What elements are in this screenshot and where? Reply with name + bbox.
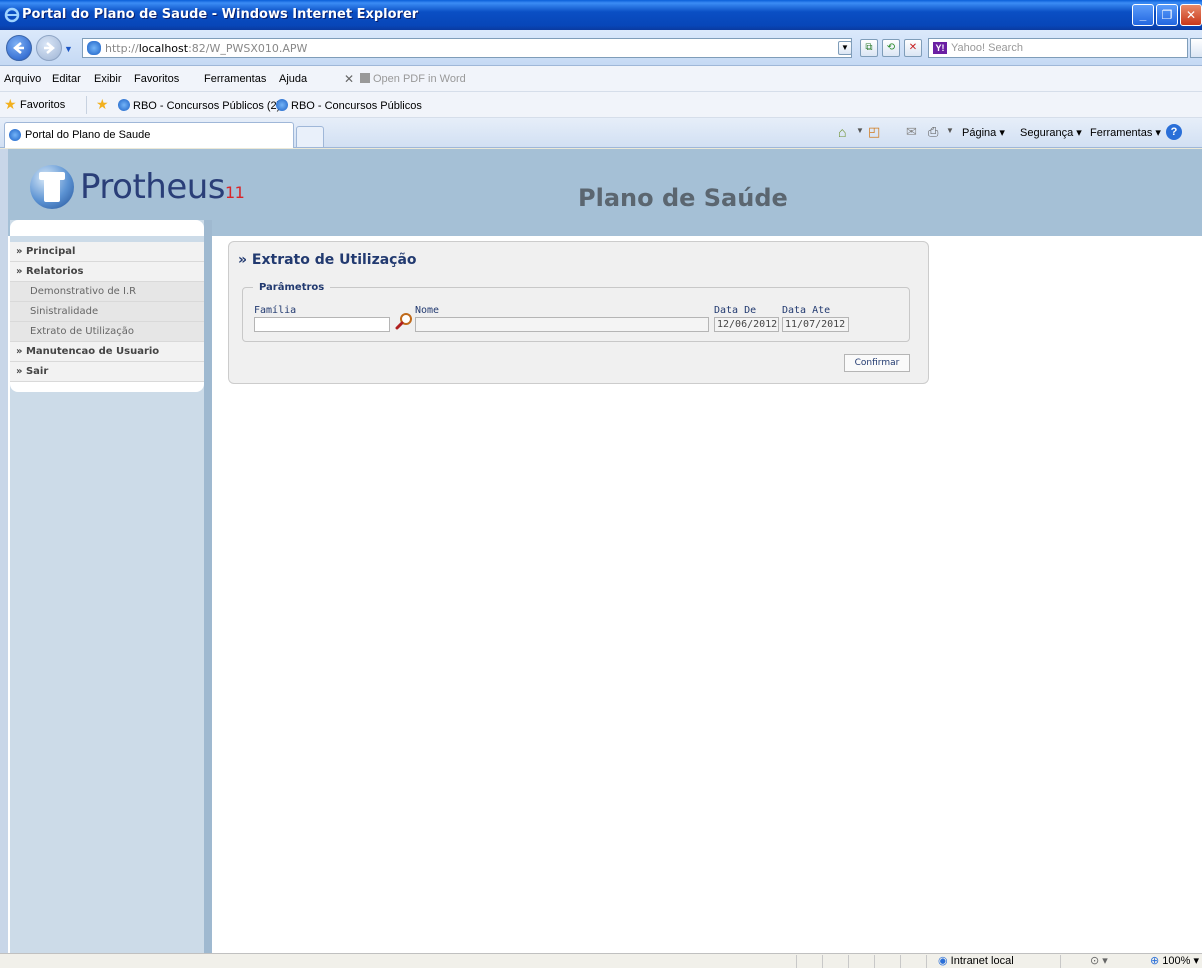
confirmar-button[interactable]: Confirmar xyxy=(844,354,910,372)
sidebar-item-sair[interactable]: » Sair xyxy=(10,362,204,382)
divider xyxy=(86,96,87,114)
menu-favoritos[interactable]: Favoritos xyxy=(134,73,179,85)
divider xyxy=(926,955,927,968)
mail-icon[interactable]: ✉ xyxy=(906,124,922,140)
sidebar-menu: » Principal » Relatorios Demonstrativo d… xyxy=(10,242,204,382)
site-title: Plano de Saúde xyxy=(578,184,788,212)
data-de-input[interactable]: 12/06/2012 xyxy=(714,317,779,332)
protected-mode-icon[interactable]: ⊙ ▾ xyxy=(1090,954,1108,967)
page-icon xyxy=(87,41,101,55)
sidebar-item-relatorios[interactable]: » Relatorios xyxy=(10,262,204,282)
globe-icon: ◉ xyxy=(938,955,948,967)
open-pdf-in-word-button[interactable]: Open PDF in Word xyxy=(360,73,466,85)
add-favorite-icon[interactable]: ★ xyxy=(96,96,109,113)
address-row: ▼ http://localhost:82/W_PWSX010.APW ▼ ⧉ … xyxy=(0,30,1202,66)
menu-ajuda[interactable]: Ajuda xyxy=(279,73,307,85)
zoom-level[interactable]: ⊕ 100% ▾ xyxy=(1150,954,1199,967)
address-dropdown-icon[interactable]: ▼ xyxy=(838,41,852,55)
close-button[interactable]: ✕ xyxy=(1180,4,1202,26)
ie-page-icon xyxy=(276,99,288,111)
close-addon-icon[interactable]: ✕ xyxy=(344,72,354,86)
familia-label: Família xyxy=(254,305,297,316)
print-dropdown-icon[interactable]: ▼ xyxy=(946,126,954,135)
nome-input[interactable] xyxy=(415,317,709,332)
window-title: Portal do Plano de Saude - Windows Inter… xyxy=(22,7,419,22)
menu-arquivo[interactable]: Arquivo xyxy=(4,73,41,85)
forward-arrow-icon xyxy=(44,42,55,54)
back-arrow-icon xyxy=(13,42,24,54)
divider xyxy=(1060,955,1061,968)
status-bar: ◉ Intranet local ⊙ ▾ ⊕ 100% ▾ xyxy=(0,953,1202,968)
minimize-button[interactable]: _ xyxy=(1132,4,1154,26)
divider xyxy=(848,955,849,968)
parametros-legend: Parâmetros xyxy=(259,282,325,293)
favorite-link-2[interactable]: RBO - Concursos Públicos xyxy=(276,99,422,112)
home-dropdown-icon[interactable]: ▼ xyxy=(856,126,864,135)
print-icon[interactable]: ⎙ xyxy=(928,124,944,140)
menu-bar: Arquivo Editar Exibir Favoritos Ferramen… xyxy=(0,66,1202,92)
ie-logo-icon xyxy=(4,7,20,23)
seguranca-menu[interactable]: Segurança ▾ xyxy=(1020,126,1082,139)
sidebar-item-extrato-utilizacao[interactable]: Extrato de Utilização xyxy=(10,322,204,342)
feeds-icon[interactable]: ◰ xyxy=(868,124,884,140)
search-icon[interactable] xyxy=(1190,38,1202,58)
ie-page-icon xyxy=(9,129,21,141)
address-field[interactable]: http://localhost:82/W_PWSX010.APW xyxy=(82,38,852,58)
ferramentas-menu[interactable]: Ferramentas ▾ xyxy=(1090,126,1161,139)
logo-text: Protheus11 xyxy=(80,167,245,207)
divider xyxy=(822,955,823,968)
data-ate-input[interactable]: 11/07/2012 xyxy=(782,317,849,332)
history-dropdown-icon[interactable]: ▼ xyxy=(64,44,73,54)
zoom-icon: ⊕ xyxy=(1150,955,1160,967)
yahoo-icon: Y! xyxy=(933,42,947,54)
tab-label: Portal do Plano de Saude xyxy=(25,129,151,141)
familia-input[interactable] xyxy=(254,317,390,332)
address-url: http://localhost:82/W_PWSX010.APW xyxy=(105,42,308,55)
ie-page-icon xyxy=(118,99,130,111)
menu-ferramentas[interactable]: Ferramentas xyxy=(204,73,266,85)
protheus-logo-icon xyxy=(30,165,74,209)
search-magnifier-icon[interactable] xyxy=(395,312,413,330)
favorites-button[interactable]: Favoritos xyxy=(20,99,65,111)
security-zone[interactable]: ◉ Intranet local xyxy=(938,954,1014,967)
data-ate-label: Data Ate xyxy=(782,305,831,316)
menu-editar[interactable]: Editar xyxy=(52,73,81,85)
page-content: Protheus11 Plano de Saúde » Principal » … xyxy=(0,149,1202,953)
home-icon[interactable]: ⌂ xyxy=(838,124,854,140)
maximize-button[interactable]: ❐ xyxy=(1156,4,1178,26)
back-button[interactable] xyxy=(6,35,32,61)
sidebar-item-sinistralidade[interactable]: Sinistralidade xyxy=(10,302,204,322)
tab-active[interactable]: Portal do Plano de Saude xyxy=(4,122,294,148)
favorite-link-1[interactable]: RBO - Concursos Públicos (2) xyxy=(118,99,280,112)
stop-button[interactable]: ✕ xyxy=(904,39,922,57)
favorites-bar: ★ Favoritos ★ RBO - Concursos Públicos (… xyxy=(0,92,1202,118)
sidebar-divider xyxy=(204,220,212,953)
new-tab-button[interactable] xyxy=(296,126,324,148)
search-placeholder: Yahoo! Search xyxy=(951,42,1023,54)
menu-exibir[interactable]: Exibir xyxy=(94,73,122,85)
extrato-panel: » Extrato de Utilização Parâmetros Famíl… xyxy=(228,241,929,384)
sidebar-item-manutencao-usuario[interactable]: » Manutencao de Usuario xyxy=(10,342,204,362)
divider xyxy=(874,955,875,968)
nome-label: Nome xyxy=(415,305,440,316)
favorites-star-icon: ★ xyxy=(4,96,17,112)
sidebar: » Principal » Relatorios Demonstrativo d… xyxy=(10,220,204,953)
sidebar-item-demonstrativo-ir[interactable]: Demonstrativo de I.R xyxy=(10,282,204,302)
window-titlebar: Portal do Plano de Saude - Windows Inter… xyxy=(0,0,1202,30)
pagina-menu[interactable]: Página ▾ xyxy=(962,126,1005,139)
search-field[interactable]: Y! Yahoo! Search xyxy=(928,38,1188,58)
pdf-icon xyxy=(360,73,370,83)
divider xyxy=(796,955,797,968)
panel-title: » Extrato de Utilização xyxy=(238,252,417,268)
divider xyxy=(900,955,901,968)
sidebar-item-principal[interactable]: » Principal xyxy=(10,242,204,262)
refresh-button[interactable]: ⟲ xyxy=(882,39,900,57)
help-icon[interactable]: ? xyxy=(1166,124,1182,140)
forward-button[interactable] xyxy=(36,35,62,61)
data-de-label: Data De xyxy=(714,305,757,316)
compatibility-view-button[interactable]: ⧉ xyxy=(860,39,878,57)
